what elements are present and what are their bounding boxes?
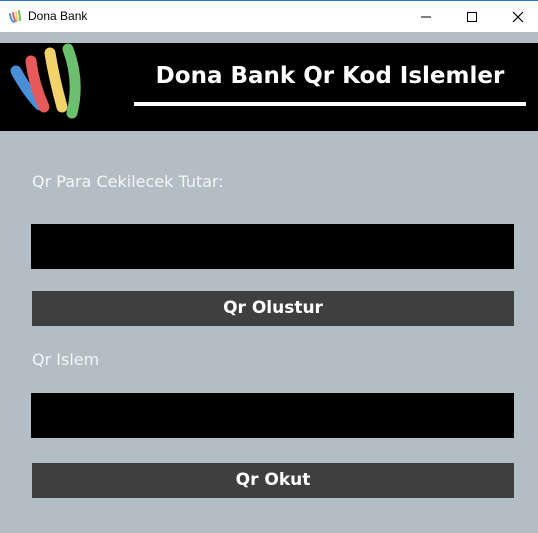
title-underline xyxy=(134,102,526,106)
minimize-icon xyxy=(421,16,431,18)
close-button[interactable] xyxy=(495,1,538,32)
header-banner: Dona Bank Qr Kod Islemler xyxy=(0,43,538,131)
dona-bank-logo xyxy=(10,43,81,119)
window-title: Dona Bank xyxy=(28,9,88,23)
amount-label: Qr Para Cekilecek Tutar: xyxy=(32,172,224,191)
app-icon xyxy=(9,10,21,23)
minimize-button[interactable] xyxy=(403,1,449,32)
scan-qr-button[interactable]: Qr Okut xyxy=(32,463,514,498)
qr-operation-label: Qr Islem xyxy=(32,350,100,369)
generate-qr-button[interactable]: Qr Olustur xyxy=(32,291,514,326)
page-title: Dona Bank Qr Kod Islemler xyxy=(155,63,505,89)
maximize-icon xyxy=(467,12,477,22)
amount-input[interactable] xyxy=(31,224,514,269)
maximize-button[interactable] xyxy=(449,1,495,32)
close-icon xyxy=(512,11,524,23)
window-titlebar: Dona Bank xyxy=(0,0,538,32)
qr-operation-input[interactable] xyxy=(31,393,514,438)
